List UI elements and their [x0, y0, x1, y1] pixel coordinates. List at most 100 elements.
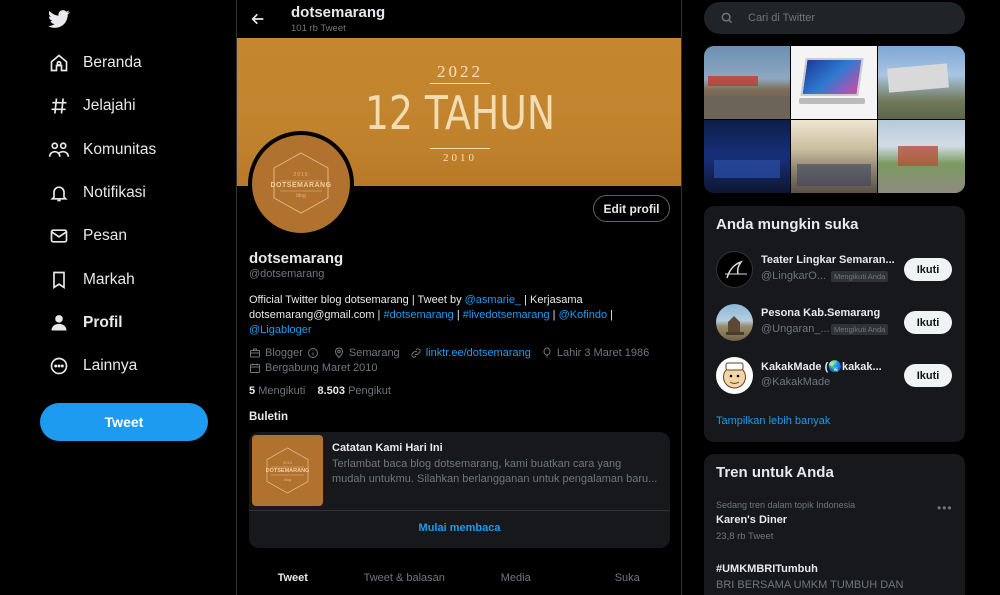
avatar — [716, 304, 753, 341]
suggestion-handle: @Ungaran_... — [761, 323, 830, 335]
media-thumbnail[interactable] — [791, 46, 877, 119]
more-options-icon[interactable]: ••• — [937, 501, 953, 515]
who-to-follow-panel: Anda mungkin suka Teater Lingkar Semaran… — [704, 206, 965, 442]
start-reading-link[interactable]: Mulai membaca — [249, 522, 670, 534]
follows-you-badge: Mengikuti Anda — [831, 324, 889, 335]
suggestion-name: Pesona Kab.Semarang — [761, 307, 881, 319]
follow-stats: 5 Mengikuti 8.503 Pengikut — [249, 385, 391, 397]
meta-category: Blogger — [249, 347, 323, 359]
bio-mention-link[interactable]: @Ligabloger — [249, 324, 312, 336]
meta-location: Semarang — [333, 347, 400, 359]
show-more-link[interactable]: Tampilkan lebih banyak — [716, 415, 830, 427]
search-input[interactable]: Cari di Twitter — [748, 12, 815, 24]
media-thumbnail[interactable] — [878, 120, 965, 193]
suggestion-name: Teater Lingkar Semaran... — [761, 254, 895, 266]
search-box[interactable]: Cari di Twitter — [704, 2, 965, 34]
suggestion-item[interactable]: KakakMade (🌏kakak... @KakakMade Ikuti — [704, 352, 965, 400]
follow-button[interactable]: Ikuti — [904, 364, 952, 387]
tab-tweet-balasan[interactable]: Tweet & balasan — [349, 566, 461, 595]
trends-panel: Tren untuk Anda Sedang tren dalam topik … — [704, 454, 965, 595]
search-icon — [721, 12, 733, 24]
bio-mention-link[interactable]: @asmarie_ — [465, 294, 521, 306]
media-grid — [704, 46, 965, 193]
nav-item-pesan[interactable]: Pesan — [48, 216, 127, 256]
envelope-icon — [48, 225, 70, 247]
right-sidebar: Cari di Twitter Anda mungkin suka Teater… — [682, 0, 1000, 595]
tab-tweet[interactable]: Tweet — [237, 566, 349, 595]
tab-media[interactable]: Media — [460, 566, 572, 595]
suggestion-item[interactable]: Pesona Kab.Semarang @Ungaran_... Mengiku… — [704, 299, 965, 347]
nav-item-notifikasi[interactable]: Notifikasi — [48, 173, 146, 213]
tweet-count: 101 rb Tweet — [291, 23, 346, 34]
media-thumbnail[interactable] — [704, 46, 790, 119]
nav-item-komunitas[interactable]: Komunitas — [48, 130, 156, 170]
meta-link: linktr.ee/dotsemarang — [410, 347, 531, 359]
desc-line: mudah untukmu. Silahkan berlangganan unt… — [332, 473, 658, 485]
more-circle-icon — [48, 355, 70, 377]
temple-icon — [726, 316, 744, 335]
trend-name: Karen's Diner — [716, 514, 788, 526]
thumb-year: 2010 — [283, 460, 292, 465]
nav-label: Notifikasi — [83, 184, 146, 201]
nav-item-profil[interactable]: Profil — [48, 303, 123, 343]
profile-bio: Official Twitter blog dotsemarang | Twee… — [249, 293, 669, 338]
profile-avatar[interactable]: 2010 DOTSEMARANG blog — [248, 131, 354, 237]
newsletter-description: Terlambat baca blog dotsemarang, kami bu… — [332, 457, 662, 487]
media-thumbnail[interactable] — [704, 120, 790, 193]
meta-birth: Lahir 3 Maret 1986 — [541, 347, 649, 359]
profile-handle: @dotsemarang — [249, 268, 325, 280]
bio-text: | — [607, 309, 614, 321]
newsletter-thumbnail: 2010 DOTSEMARANG blog — [252, 435, 323, 506]
banner-divider — [430, 83, 490, 84]
bio-hashtag-link[interactable]: #livedotsemarang — [463, 309, 550, 321]
following-stat[interactable]: 5 Mengikuti — [249, 385, 305, 397]
desc-line: Terlambat baca blog dotsemarang, kami bu… — [332, 458, 622, 470]
bio-text: | — [453, 309, 463, 321]
suggestion-item[interactable]: Teater Lingkar Semaran... @LingkarO... M… — [704, 246, 965, 294]
profile-meta-row: Bergabung Maret 2010 — [249, 362, 388, 374]
tweet-button[interactable]: Tweet — [40, 403, 208, 441]
suggestion-handle: @KakakMade — [761, 376, 831, 388]
cartoon-face-icon — [723, 362, 746, 389]
suggestion-handle: @LingkarO... — [761, 270, 826, 282]
trend-context: Sedang tren dalam topik Indonesia — [716, 500, 856, 510]
nav-item-markah[interactable]: Markah — [48, 260, 135, 300]
bell-icon — [48, 182, 70, 204]
suggestions-heading: Anda mungkin suka — [716, 216, 859, 233]
nav-item-beranda[interactable]: Beranda — [48, 43, 142, 83]
hashtag-icon — [48, 95, 70, 117]
communities-icon — [48, 139, 70, 161]
bio-mention-link[interactable]: @Kofindo — [559, 309, 607, 321]
avatar — [716, 251, 753, 288]
nav-item-lainnya[interactable]: Lainnya — [48, 346, 137, 386]
newsletter-card[interactable]: 2010 DOTSEMARANG blog Catatan Kami Hari … — [249, 432, 670, 548]
website-link[interactable]: linktr.ee/dotsemarang — [426, 347, 531, 359]
edit-profile-button[interactable]: Edit profil — [593, 195, 670, 222]
location-pin-icon — [334, 347, 343, 359]
thumb-sub: blog — [283, 477, 292, 482]
tab-suka[interactable]: Suka — [572, 566, 682, 595]
nav-item-jelajahi[interactable]: Jelajahi — [48, 86, 136, 126]
back-arrow-icon[interactable] — [247, 8, 269, 30]
avatar-year: 2010 — [293, 172, 309, 178]
followers-count: 8.503 — [317, 385, 346, 397]
trends-heading: Tren untuk Anda — [716, 464, 834, 481]
profile-header-bar: dotsemarang 101 rb Tweet — [237, 0, 681, 38]
follows-you-badge: Mengikuti Anda — [831, 271, 889, 282]
briefcase-icon — [250, 348, 260, 358]
nav-label: Markah — [83, 271, 135, 288]
follow-button[interactable]: Ikuti — [904, 258, 952, 281]
twitter-bird-icon[interactable] — [48, 8, 70, 30]
followers-stat[interactable]: 8.503 Pengikut — [318, 385, 391, 397]
info-icon[interactable] — [307, 347, 319, 359]
bookmark-icon — [48, 269, 70, 291]
category-label: Blogger — [265, 347, 303, 359]
avatar-sub: blog — [296, 193, 306, 199]
bio-hashtag-link[interactable]: #dotsemarang — [383, 309, 453, 321]
media-thumbnail[interactable] — [878, 46, 965, 119]
trend-description: BRI BERSAMA UMKM TUMBUH DAN — [716, 579, 904, 591]
media-thumbnail[interactable] — [791, 120, 877, 193]
calendar-icon — [250, 363, 260, 373]
profile-column: dotsemarang 101 rb Tweet 2022 12 TAHUN 2… — [236, 0, 682, 595]
follow-button[interactable]: Ikuti — [904, 311, 952, 334]
